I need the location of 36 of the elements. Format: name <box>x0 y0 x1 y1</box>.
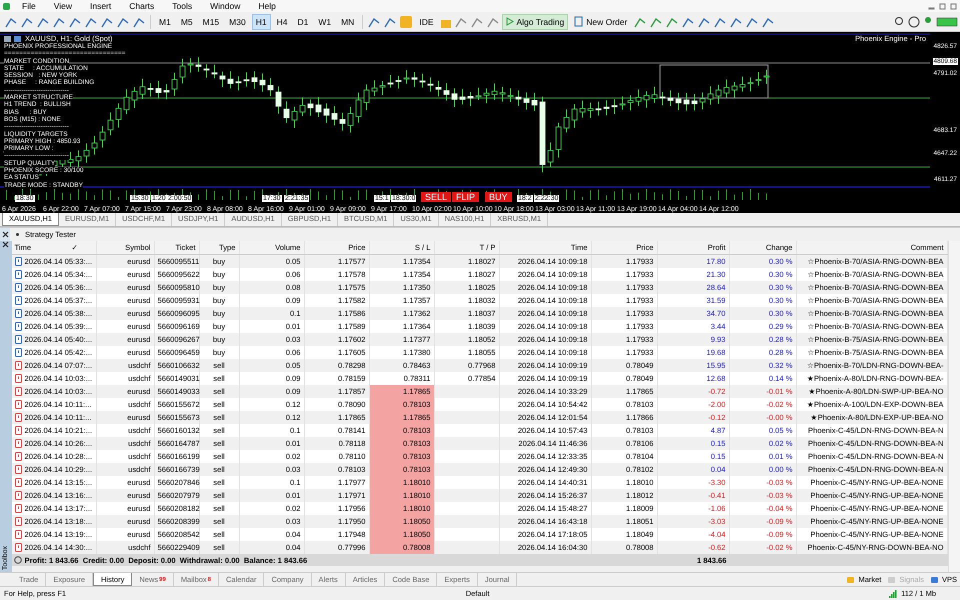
menu-item[interactable]: Window <box>201 1 250 11</box>
menu-item[interactable]: View <box>44 1 81 11</box>
timeframe-button[interactable]: H1 <box>252 14 271 30</box>
restore-icon[interactable] <box>938 2 947 10</box>
timeframe-button[interactable]: M5 <box>176 14 197 30</box>
play-icon[interactable] <box>506 17 514 26</box>
ide-button[interactable]: IDE <box>415 14 438 30</box>
scrollbar[interactable] <box>948 241 960 572</box>
timeframe-button[interactable]: H4 <box>272 14 292 30</box>
timeframe-button[interactable]: D1 <box>293 14 312 30</box>
bullet-icon <box>16 233 19 236</box>
timeframe-button[interactable]: W1 <box>314 14 336 30</box>
timeframe-button[interactable]: M15 <box>198 14 224 30</box>
app-logo-icon[interactable] <box>2 2 11 10</box>
menu-item[interactable]: Insert <box>80 1 120 11</box>
menu-item[interactable]: Tools <box>163 1 202 11</box>
close-icon[interactable] <box>2 231 8 238</box>
menu-item[interactable]: Charts <box>120 1 164 11</box>
signal-button[interactable]: SELL <box>421 192 452 202</box>
plus-document-icon[interactable] <box>574 16 584 27</box>
timeframe-button[interactable]: M30 <box>225 14 250 30</box>
connection-bars-icon <box>889 590 898 598</box>
account-icon[interactable] <box>908 16 920 28</box>
menu-item[interactable]: File <box>13 1 45 11</box>
new-order-button[interactable]: New Order <box>570 13 632 30</box>
timeframe-button[interactable]: M1 <box>155 14 175 30</box>
timeframe-button[interactable]: MN <box>337 14 358 30</box>
signal-button[interactable]: FLIP <box>452 192 480 202</box>
signal-button[interactable]: BUY <box>485 192 512 202</box>
algo-trading-button[interactable]: Algo Trading <box>502 14 568 30</box>
search-icon[interactable] <box>894 16 906 28</box>
summary-icon <box>14 556 22 564</box>
chart-window-icon[interactable] <box>4 34 22 42</box>
menu-item[interactable]: Help <box>249 1 285 11</box>
battery-icon[interactable] <box>936 16 960 26</box>
close-icon[interactable] <box>2 241 10 248</box>
